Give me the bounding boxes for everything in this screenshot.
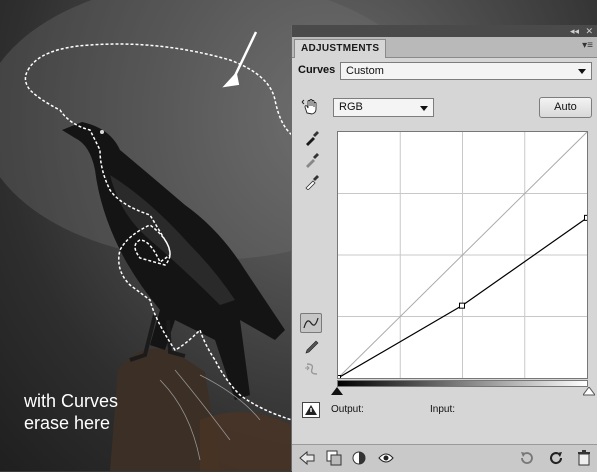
curve-control-point[interactable] [584,214,590,221]
curve-plot[interactable] [335,131,590,381]
curve-points-tool-icon[interactable] [300,313,322,333]
panel-tab-row: ADJUSTMENTS ▾≡ [292,37,597,58]
back-arrow-icon[interactable] [298,449,316,467]
visibility-eye-icon[interactable] [377,449,395,467]
on-image-adjust-icon[interactable] [300,97,320,117]
auto-button[interactable]: Auto [539,97,592,118]
preset-value: Custom [346,65,384,77]
input-label: Input: [430,404,456,415]
tab-adjustments[interactable]: ADJUSTMENTS [294,39,387,58]
trash-icon[interactable] [575,449,593,467]
view-previous-state-icon[interactable] [350,449,368,467]
chevron-down-icon [420,105,428,111]
close-icon[interactable]: ✕ [585,26,593,36]
reset-icon[interactable] [518,449,536,467]
caption-text: with Curves erase here [24,391,119,433]
collapse-icon[interactable]: ◂◂ [570,26,579,36]
white-point-eyedropper-icon[interactable] [302,172,322,192]
white-point-slider[interactable] [583,387,595,396]
curve-control-point[interactable] [459,302,466,309]
preset-select[interactable]: Custom [340,62,592,80]
gray-point-eyedropper-icon[interactable] [302,150,322,170]
curve-control-point[interactable] [335,375,341,381]
chevron-down-icon [578,69,586,74]
clipping-warning-icon[interactable] [301,400,321,420]
black-point-eyedropper-icon[interactable] [302,128,322,148]
output-label: Output: [331,404,364,415]
black-point-slider[interactable] [331,387,343,396]
pencil-draw-icon[interactable] [302,337,322,357]
panel-bottom-bar [292,444,597,472]
clip-to-layer-icon[interactable] [325,449,343,467]
channel-select[interactable]: RGB [333,98,434,117]
curves-label: Curves [298,64,336,76]
channel-value: RGB [339,101,363,113]
panel-menu-icon[interactable]: ▾≡ [582,40,593,51]
smooth-curve-icon[interactable] [302,359,322,379]
input-gradient-bar [337,380,588,387]
refresh-icon[interactable] [547,449,565,467]
panel-title-bar[interactable]: ◂◂ ✕ [292,25,597,37]
curves-graph[interactable] [335,131,590,381]
